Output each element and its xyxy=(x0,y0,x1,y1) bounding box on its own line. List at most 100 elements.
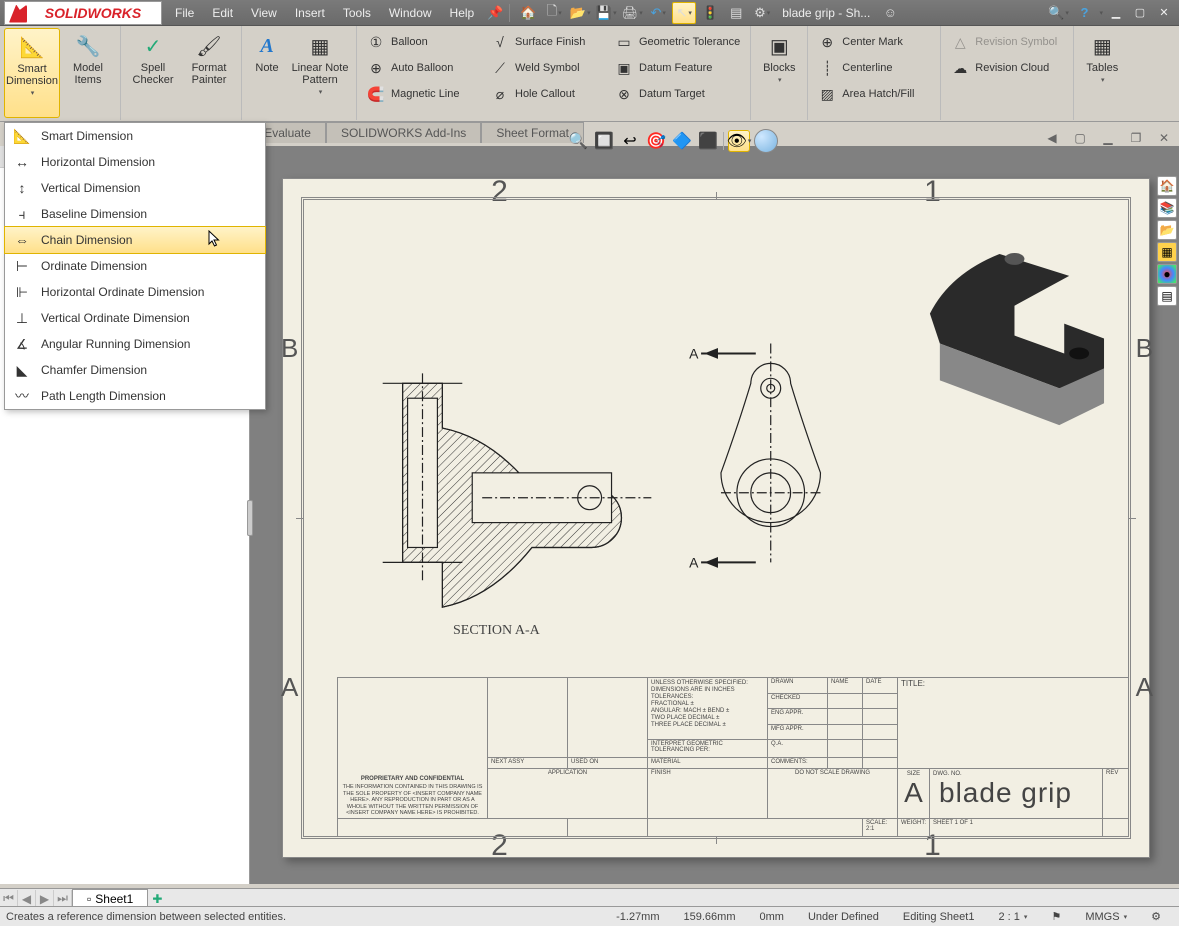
chevron-down-icon[interactable]: ▾ xyxy=(1024,914,1028,921)
mdi-close-icon[interactable]: ✕ xyxy=(1155,130,1173,146)
pin-icon[interactable]: 📌 xyxy=(483,2,507,24)
close-button[interactable]: ✕ xyxy=(1153,4,1175,22)
graphics-area[interactable]: 21 21 BA BA A xyxy=(250,146,1179,884)
status-gear-icon[interactable]: ⚙ xyxy=(1139,910,1173,923)
emoji-icon[interactable]: ☺ xyxy=(878,2,902,24)
magnetic-line-button[interactable]: 🧲Magnetic Line xyxy=(363,82,483,106)
select-icon[interactable]: ↖▾ xyxy=(672,2,696,24)
chevron-down-icon[interactable]: ▾ xyxy=(778,76,782,84)
hatch-button[interactable]: ▨Area Hatch/Fill xyxy=(814,82,934,106)
balloon-icon: ① xyxy=(367,33,385,51)
prev-sheet-icon[interactable]: ◀ xyxy=(18,890,36,908)
home-icon[interactable]: 🏠 xyxy=(516,2,540,24)
dd-ordinate-dimension[interactable]: ⊢Ordinate Dimension xyxy=(5,253,265,279)
auto-balloon-button[interactable]: ⊕Auto Balloon xyxy=(363,56,483,80)
zoom-area-icon[interactable]: 🔲 xyxy=(593,130,615,152)
doc-props-icon[interactable]: ▤ xyxy=(724,2,748,24)
chevron-down-icon[interactable]: ▾ xyxy=(1124,914,1128,921)
menu-file[interactable]: File xyxy=(166,3,203,23)
menu-tools[interactable]: Tools xyxy=(334,3,380,23)
dd-smart-dimension[interactable]: 📐Smart Dimension xyxy=(5,123,265,149)
center-mark-button[interactable]: ⊕Center Mark xyxy=(814,30,934,54)
mdi-min-icon[interactable]: ▁ xyxy=(1099,130,1117,146)
menu-help[interactable]: Help xyxy=(441,3,484,23)
minimize-button[interactable]: ▁ xyxy=(1105,4,1127,22)
zoom-fit-icon[interactable]: 🔍 xyxy=(567,130,589,152)
tb-mfgappr: MFG APPR. xyxy=(768,724,828,740)
menu-window[interactable]: Window xyxy=(380,3,441,23)
dd-angular-running[interactable]: ∡Angular Running Dimension xyxy=(5,331,265,357)
tp-palette-icon[interactable]: ▦ xyxy=(1157,242,1177,262)
dd-chamfer-dimension[interactable]: ◣Chamfer Dimension xyxy=(5,357,265,383)
revision-cloud-button[interactable]: ☁Revision Cloud xyxy=(947,56,1067,80)
datum-feature-button[interactable]: ▣Datum Feature xyxy=(611,56,744,80)
model-items-button[interactable]: 🔧 Model Items xyxy=(60,28,116,118)
hole-callout-button[interactable]: ⌀Hole Callout xyxy=(487,82,607,106)
tp-file-icon[interactable]: 📂 xyxy=(1157,220,1177,240)
mdi-restore-icon[interactable]: ❐ xyxy=(1127,130,1145,146)
dd-horiz-ordinate[interactable]: ⊩Horizontal Ordinate Dimension xyxy=(5,279,265,305)
tables-button[interactable]: ▦ Tables ▾ xyxy=(1078,28,1126,118)
search-icon[interactable]: 🔍▾ xyxy=(1046,2,1070,24)
appearance-orb-icon[interactable] xyxy=(754,129,778,153)
dd-label: Path Length Dimension xyxy=(41,389,166,403)
dd-path-length[interactable]: 〰Path Length Dimension xyxy=(5,383,265,409)
maximize-button[interactable]: ▢ xyxy=(1129,4,1151,22)
tp-lib-icon[interactable]: 📚 xyxy=(1157,198,1177,218)
linear-note-pattern-button[interactable]: ▦ Linear Note Pattern ▾ xyxy=(288,28,352,118)
panel-grip[interactable] xyxy=(247,500,253,536)
tab-addins[interactable]: SOLIDWORKS Add-Ins xyxy=(326,122,481,143)
status-flag-icon[interactable]: ⚑ xyxy=(1039,910,1073,923)
undo-icon[interactable]: ↶▾ xyxy=(646,2,670,24)
status-units-cell[interactable]: MMGS ▾ xyxy=(1073,911,1139,923)
dd-vertical-dimension[interactable]: ↕Vertical Dimension xyxy=(5,175,265,201)
print-icon[interactable]: 🖨▾ xyxy=(620,2,644,24)
format-painter-button[interactable]: 🖌 Format Painter xyxy=(181,28,237,118)
menu-edit[interactable]: Edit xyxy=(203,3,242,23)
options-icon[interactable]: ⚙▾ xyxy=(750,2,774,24)
note-button[interactable]: A Note xyxy=(246,28,288,118)
dd-label: Chain Dimension xyxy=(41,233,132,247)
drawing-sheet[interactable]: 21 21 BA BA A xyxy=(282,178,1150,858)
last-sheet-icon[interactable]: ⏭ xyxy=(54,890,72,908)
menu-insert[interactable]: Insert xyxy=(286,3,334,23)
chevron-down-icon[interactable]: ▾ xyxy=(31,89,35,97)
next-sheet-icon[interactable]: ▶ xyxy=(36,890,54,908)
mdi-next-icon[interactable]: ▢ xyxy=(1071,130,1089,146)
view-cube-icon[interactable]: ⬛ xyxy=(697,130,719,152)
tp-props-icon[interactable]: ▤ xyxy=(1157,286,1177,306)
tp-home-icon[interactable]: 🏠 xyxy=(1157,176,1177,196)
geometric-tol-button[interactable]: ▭Geometric Tolerance xyxy=(611,30,744,54)
chevron-down-icon[interactable]: ▾ xyxy=(319,88,323,96)
dd-vert-ordinate[interactable]: ⊥Vertical Ordinate Dimension xyxy=(5,305,265,331)
section-icon[interactable]: 🔷 xyxy=(671,130,693,152)
blocks-button[interactable]: ▣ Blocks ▾ xyxy=(755,28,803,118)
help-icon[interactable]: ? xyxy=(1072,2,1096,24)
weld-symbol-button[interactable]: ⟋Weld Symbol xyxy=(487,56,607,80)
surface-finish-button[interactable]: √Surface Finish xyxy=(487,30,607,54)
dd-baseline-dimension[interactable]: ⫞Baseline Dimension xyxy=(5,201,265,227)
smart-dimension-button[interactable]: 📐 Smart Dimension ▾ xyxy=(4,28,60,118)
btn-label: Format Painter xyxy=(181,62,237,86)
centerline-button[interactable]: ┊Centerline xyxy=(814,56,934,80)
tp-appearance-icon[interactable]: ● xyxy=(1157,264,1177,284)
dd-horizontal-dimension[interactable]: ↔Horizontal Dimension xyxy=(5,149,265,175)
spell-checker-button[interactable]: ✓ Spell Checker xyxy=(125,28,181,118)
save-icon[interactable]: 💾▾ xyxy=(594,2,618,24)
status-scale-cell[interactable]: 2 : 1 ▾ xyxy=(986,911,1039,923)
balloon-button[interactable]: ①Balloon xyxy=(363,30,483,54)
zoom-sel-icon[interactable]: 🎯 xyxy=(645,130,667,152)
menu-view[interactable]: View xyxy=(242,3,286,23)
add-sheet-icon[interactable]: ✚ xyxy=(152,892,162,906)
rebuild-icon[interactable]: 🚦 xyxy=(698,2,722,24)
tb-size: A xyxy=(904,777,923,808)
display-style-icon[interactable]: 👁▾ xyxy=(728,130,750,152)
new-icon[interactable]: 🗋▾ xyxy=(542,2,566,24)
datum-target-button[interactable]: ⊗Datum Target xyxy=(611,82,744,106)
open-icon[interactable]: 📂▾ xyxy=(568,2,592,24)
first-sheet-icon[interactable]: ⏮ xyxy=(0,890,18,908)
zoom-prev-icon[interactable]: ↩ xyxy=(619,130,641,152)
mdi-prev-icon[interactable]: ◀ xyxy=(1043,130,1061,146)
chevron-down-icon[interactable]: ▾ xyxy=(1101,76,1105,84)
dd-chain-dimension[interactable]: ⇔Chain Dimension xyxy=(5,227,265,253)
